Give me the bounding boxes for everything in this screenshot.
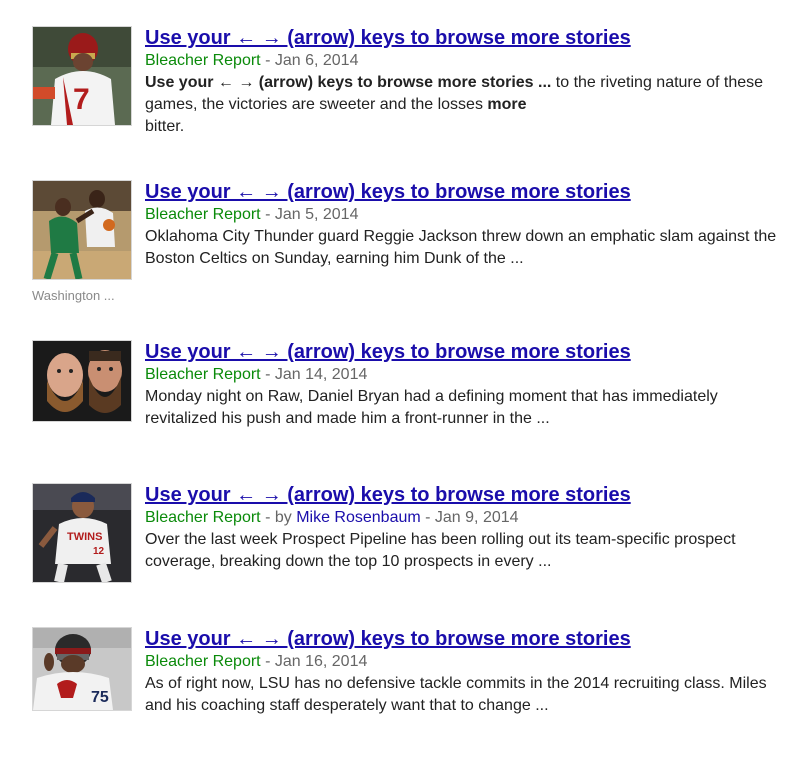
svg-text:TWINS: TWINS xyxy=(67,531,102,543)
result-snippet: Monday night on Raw, Daniel Bryan had a … xyxy=(145,388,718,427)
result-body: Use your ← → (arrow) keys to browse more… xyxy=(145,180,785,270)
result-meta: Bleacher Report - Jan 16, 2014 xyxy=(145,651,785,673)
thumbnail-wrap: Washington ... xyxy=(32,180,132,304)
result-body: Use your ← → (arrow) keys to browse more… xyxy=(145,483,785,573)
result-meta: Bleacher Report - Jan 14, 2014 xyxy=(145,364,785,386)
meta-separator: - xyxy=(260,366,275,383)
result-title-link[interactable]: Use your ← → (arrow) keys to browse more… xyxy=(145,627,785,651)
result-date: Jan 6, 2014 xyxy=(274,52,359,69)
result-source: Bleacher Report xyxy=(145,366,261,383)
snippet-text: bitter. xyxy=(145,118,185,135)
result-source: Bleacher Report xyxy=(145,52,261,69)
result-source: Bleacher Report xyxy=(145,653,261,670)
result-body: Use your ← → (arrow) keys to browse more… xyxy=(145,627,785,717)
result-date: Jan 16, 2014 xyxy=(274,653,368,670)
result-title-link[interactable]: Use your ← → (arrow) keys to browse more… xyxy=(145,340,785,364)
result-body: Use your ← → (arrow) keys to browse more… xyxy=(145,26,785,138)
result-body: Use your ← → (arrow) keys to browse more… xyxy=(145,340,785,430)
meta-separator: - xyxy=(260,653,275,670)
result-title-link[interactable]: Use your ← → (arrow) keys to browse more… xyxy=(145,26,785,50)
thumbnail-wrap xyxy=(32,340,132,422)
result-source: Bleacher Report xyxy=(145,206,261,223)
svg-text:12: 12 xyxy=(93,546,105,557)
result-date: Jan 5, 2014 xyxy=(274,206,359,223)
meta-separator: - xyxy=(260,206,275,223)
result-snippet: Oklahoma City Thunder guard Reggie Jacks… xyxy=(145,228,777,267)
football-lineman-photo[interactable]: 75 xyxy=(32,627,132,711)
football-player-photo[interactable]: 7 xyxy=(32,26,132,126)
snippet-highlight: Use your ← → (arrow) keys to browse more… xyxy=(145,74,552,91)
result-meta: Bleacher Report - by Mike Rosenbaum - Ja… xyxy=(145,507,785,529)
bearded-wrestlers-photo[interactable] xyxy=(32,340,132,422)
thumbnail-wrap: 7 xyxy=(32,26,132,126)
result-snippet: Over the last week Prospect Pipeline has… xyxy=(145,531,736,570)
result-snippet: As of right now, LSU has no defensive ta… xyxy=(145,675,767,714)
meta-separator: - xyxy=(420,509,435,526)
author-link[interactable]: Mike Rosenbaum xyxy=(296,509,421,526)
snippet-highlight: more xyxy=(487,96,527,113)
svg-text:7: 7 xyxy=(73,83,90,116)
result-snippet: Use your ← → (arrow) keys to browse more… xyxy=(145,72,785,138)
meta-separator: - xyxy=(260,52,275,69)
thumbnail-wrap: TWINS 12 xyxy=(32,483,132,583)
svg-text:75: 75 xyxy=(91,689,109,706)
baseball-player-photo[interactable]: TWINS 12 xyxy=(32,483,132,583)
result-date: Jan 9, 2014 xyxy=(434,509,519,526)
result-meta: Bleacher Report - Jan 6, 2014 xyxy=(145,50,785,72)
result-date: Jan 14, 2014 xyxy=(274,366,368,383)
thumbnail-wrap: 75 xyxy=(32,627,132,711)
meta-separator: - by xyxy=(260,509,297,526)
result-title-link[interactable]: Use your ← → (arrow) keys to browse more… xyxy=(145,180,785,204)
thumbnail-caption: Washington ... xyxy=(32,288,115,303)
result-source: Bleacher Report xyxy=(145,509,261,526)
basketball-players-photo[interactable] xyxy=(32,180,132,280)
result-title-link[interactable]: Use your ← → (arrow) keys to browse more… xyxy=(145,483,785,507)
result-meta: Bleacher Report - Jan 5, 2014 xyxy=(145,204,785,226)
